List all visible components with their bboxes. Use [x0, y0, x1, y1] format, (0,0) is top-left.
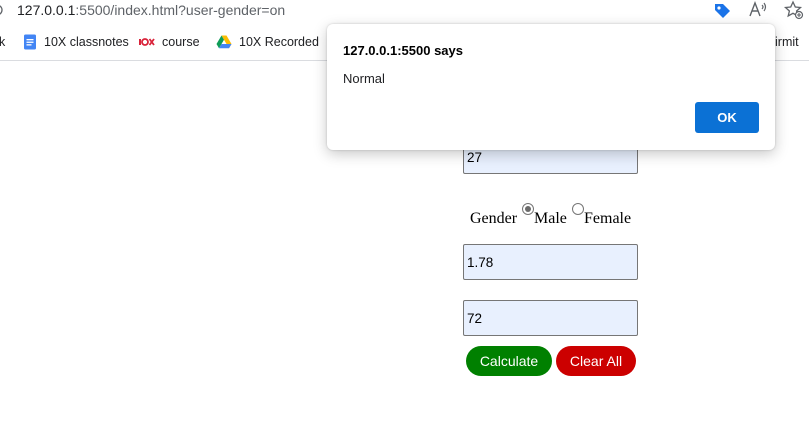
female-radio[interactable] — [572, 203, 584, 215]
male-radio[interactable] — [522, 203, 534, 215]
bookmark-item[interactable]: irmit — [775, 33, 799, 51]
tag-icon[interactable] — [711, 0, 733, 20]
bookmark-course[interactable]: course — [139, 33, 200, 51]
address-bar[interactable]: 127.0.0.1:5500/index.html?user-gender=on — [0, 0, 809, 24]
alert-title: 127.0.0.1:5500 says — [343, 43, 463, 58]
url-host: 127.0.0.1 — [17, 2, 76, 18]
url-path: :5500/index.html?user-gender=on — [75, 2, 286, 18]
weight-input[interactable] — [463, 300, 638, 336]
google-docs-icon — [24, 34, 36, 50]
bookmark-item[interactable]: k — [0, 33, 5, 51]
10x-logo-icon — [139, 38, 155, 46]
google-drive-icon — [216, 35, 232, 49]
calculate-button[interactable]: Calculate — [466, 346, 552, 376]
bookmark-10x-recorded[interactable]: 10X Recorded — [216, 33, 319, 51]
alert-message: Normal — [343, 71, 385, 86]
male-label[interactable]: Male — [534, 210, 567, 228]
bookmark-label: 10X Recorded — [239, 35, 319, 49]
height-input[interactable] — [463, 244, 638, 280]
bookmark-label: 10X classnotes — [44, 35, 129, 49]
bookmark-label: k — [0, 35, 6, 49]
url-text[interactable]: 127.0.0.1:5500/index.html?user-gender=on — [17, 2, 285, 18]
bookmark-label: course — [162, 35, 200, 49]
gender-label: Gender — [470, 210, 518, 227]
favorite-add-icon[interactable] — [783, 0, 805, 20]
site-info-icon[interactable] — [0, 2, 3, 16]
clear-all-button[interactable]: Clear All — [556, 346, 636, 376]
ok-button[interactable]: OK — [695, 102, 759, 133]
female-label[interactable]: Female — [584, 210, 631, 228]
bookmark-10x-classnotes[interactable]: 10X classnotes — [23, 33, 129, 51]
alert-dialog: 127.0.0.1:5500 says Normal OK — [327, 24, 775, 150]
read-aloud-icon[interactable] — [747, 0, 769, 20]
bookmark-label: irmit — [775, 35, 799, 49]
